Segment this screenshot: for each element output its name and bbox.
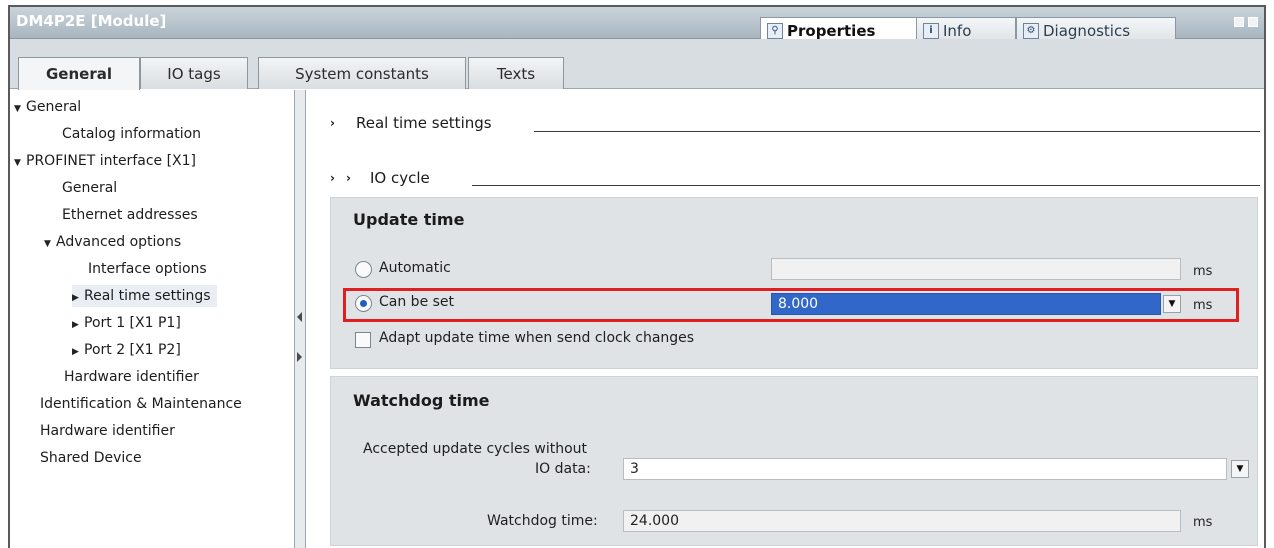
- panel-splitter[interactable]: [294, 90, 306, 548]
- tree-item-label: General: [62, 180, 118, 196]
- automatic-radio[interactable]: [355, 261, 372, 278]
- chevron-right-icon: ›: [330, 171, 335, 185]
- tree-item-label: Port 2 [X1 P2]: [84, 342, 181, 358]
- expand-right-icon[interactable]: ▶: [72, 314, 84, 336]
- automatic-value-field: [771, 258, 1181, 280]
- expand-right-icon[interactable]: ▶: [72, 341, 84, 363]
- tree-item-label: Port 1 [X1 P1]: [84, 315, 181, 331]
- tree-item-label: PROFINET interface [X1]: [26, 153, 197, 169]
- collapse-left-icon[interactable]: [297, 312, 302, 322]
- tree-item-catalog[interactable]: Catalog information: [62, 123, 201, 145]
- collapse-right-icon[interactable]: [297, 352, 302, 362]
- tree-item-label: Interface options: [88, 261, 207, 277]
- watchdog-time-label: Watchdog time:: [487, 513, 598, 529]
- expand-down-icon[interactable]: ▼: [14, 98, 26, 120]
- section-divider: [534, 131, 1260, 132]
- automatic-label: Automatic: [379, 260, 451, 276]
- tree-item-label: Hardware identifier: [64, 369, 199, 385]
- tab-system-constants-label: System constants: [295, 64, 429, 83]
- diagnostics-icon: ⚙: [1023, 23, 1039, 39]
- watchdog-title: Watchdog time: [353, 391, 490, 410]
- tab-io-tags[interactable]: IO tags: [140, 57, 248, 89]
- tree-item-label: Identification & Maintenance: [40, 396, 242, 412]
- watchdog-panel: Watchdog time Accepted update cycles wit…: [330, 376, 1258, 546]
- tree-item-advanced[interactable]: ▼ Advanced options: [44, 231, 181, 253]
- window-controls: [1234, 17, 1258, 27]
- expand-right-icon[interactable]: ▶: [72, 287, 84, 309]
- adapt-label: Adapt update time when send clock change…: [379, 330, 695, 346]
- tree-item-port1[interactable]: ▶ Port 1 [X1 P1]: [72, 312, 181, 334]
- tree-item-label: Ethernet addresses: [62, 207, 198, 223]
- properties-content: › Real time settings › › IO cycle Update…: [308, 90, 1264, 548]
- tree-item-shared[interactable]: Shared Device: [40, 447, 142, 469]
- adapt-checkbox[interactable]: [355, 332, 371, 348]
- info-icon: i: [923, 23, 939, 39]
- properties-icon: ⚲: [767, 22, 783, 39]
- tree-item-hw-id[interactable]: Hardware identifier: [40, 420, 175, 442]
- tab-info-label: Info: [943, 22, 972, 40]
- section-iocycle-title: IO cycle: [370, 169, 430, 187]
- tree-item-realtime[interactable]: ▶ Real time settings: [72, 285, 217, 307]
- accepted-label-line1: Accepted update cycles without: [363, 441, 587, 457]
- update-time-title: Update time: [353, 210, 465, 229]
- section-divider: [472, 185, 1260, 186]
- tab-texts-label: Texts: [496, 64, 536, 83]
- expand-down-icon[interactable]: ▼: [14, 152, 26, 174]
- chevron-right-icon: ›: [346, 171, 351, 185]
- tree-item-label: Advanced options: [56, 234, 182, 250]
- tab-texts[interactable]: Texts: [468, 57, 564, 89]
- section-iocycle-header[interactable]: › › IO cycle: [330, 165, 430, 191]
- tab-general-label: General: [46, 65, 112, 83]
- title-bar: DM4P2E [Module] ⚲ Properties i Info ⚙ Di…: [10, 7, 1264, 44]
- tab-diagnostics-label: Diagnostics: [1043, 22, 1131, 40]
- dropdown-arrow-icon[interactable]: ▼: [1231, 460, 1249, 478]
- tree-item-label: General: [26, 99, 82, 115]
- tree-item-pn-general[interactable]: General: [62, 177, 117, 199]
- inspector-window: DM4P2E [Module] ⚲ Properties i Info ⚙ Di…: [8, 5, 1266, 548]
- tree-item-label: Catalog information: [62, 126, 202, 142]
- navigation-tree: ▼ General Catalog information ▼ PROFINET i…: [10, 90, 292, 548]
- tree-item-label: Real time settings: [84, 288, 211, 304]
- tab-system-constants[interactable]: System constants: [258, 57, 466, 89]
- tree-item-label: Shared Device: [40, 450, 142, 466]
- tree-item-label: Hardware identifier: [40, 423, 175, 439]
- accepted-cycles-field[interactable]: 3: [623, 458, 1227, 480]
- accepted-label-line2: IO data:: [535, 461, 591, 477]
- watchdog-time-field: 24.000: [623, 510, 1181, 532]
- window-title: DM4P2E [Module]: [16, 12, 167, 30]
- section-realtime-header[interactable]: › Real time settings: [330, 110, 492, 136]
- tree-item-hw-id-inner[interactable]: Hardware identifier: [64, 366, 199, 388]
- tab-general[interactable]: General: [18, 57, 140, 90]
- tab-strip: General IO tags System constants Texts: [10, 39, 1264, 90]
- tree-item-port2[interactable]: ▶ Port 2 [X1 P2]: [72, 339, 181, 361]
- tab-properties-label: Properties: [787, 21, 876, 40]
- tree-item-profinet[interactable]: ▼ PROFINET interface [X1]: [14, 150, 196, 172]
- section-realtime-title: Real time settings: [356, 114, 492, 132]
- tree-item-general[interactable]: ▼ General: [14, 96, 81, 118]
- highlight-box: [343, 288, 1239, 322]
- tree-item-ethernet[interactable]: Ethernet addresses: [62, 204, 198, 226]
- restore-icon[interactable]: [1234, 17, 1244, 27]
- expand-down-icon[interactable]: ▼: [44, 233, 56, 255]
- tree-item-ident-maint[interactable]: Identification & Maintenance: [40, 393, 242, 415]
- update-time-panel: Update time Automatic ms Can be set 8.00…: [330, 197, 1258, 369]
- chevron-right-icon: ›: [330, 116, 335, 130]
- watchdog-unit: ms: [1193, 515, 1213, 530]
- automatic-unit: ms: [1193, 264, 1213, 279]
- minimize-icon[interactable]: [1248, 17, 1258, 27]
- tab-io-tags-label: IO tags: [167, 64, 221, 83]
- tree-item-interface-options[interactable]: Interface options: [88, 258, 207, 280]
